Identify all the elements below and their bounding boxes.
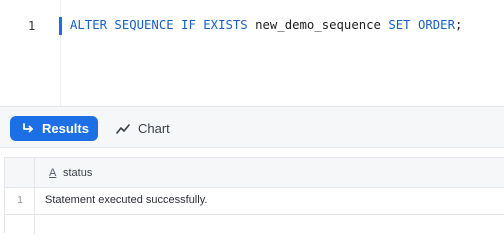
return-arrow-icon (23, 122, 33, 132)
chart-button[interactable]: Chart (116, 116, 170, 141)
identifier-token: new_demo_sequence (255, 18, 381, 32)
table-row[interactable]: 1 Statement executed successfully. (5, 188, 504, 215)
sql-editor[interactable]: 1 ALTER SEQUENCE IF EXISTS new_demo_sequ… (0, 0, 504, 106)
row-index: 1 (17, 195, 23, 206)
keyword-token: SET ORDER (388, 18, 455, 32)
active-line-marker (59, 17, 62, 35)
code-line[interactable]: ALTER SEQUENCE IF EXISTS new_demo_sequen… (70, 18, 462, 32)
results-button[interactable]: Results (10, 116, 98, 141)
results-toolbar: Results Chart (0, 106, 504, 148)
semicolon-token: ; (455, 18, 463, 32)
chart-button-label: Chart (138, 121, 170, 136)
line-chart-icon (116, 123, 130, 134)
status-cell[interactable]: Statement executed successfully. (45, 194, 207, 206)
line-number: 1 (28, 19, 36, 33)
keyword-token: ALTER SEQUENCE IF EXISTS (70, 18, 248, 32)
grid-header: A status (5, 158, 504, 188)
results-grid: A status 1 Statement executed successful… (4, 157, 504, 234)
text-type-icon: A (49, 167, 57, 179)
results-button-label: Results (42, 121, 89, 136)
gutter-divider (60, 0, 61, 106)
column-header-status[interactable]: status (63, 167, 92, 179)
